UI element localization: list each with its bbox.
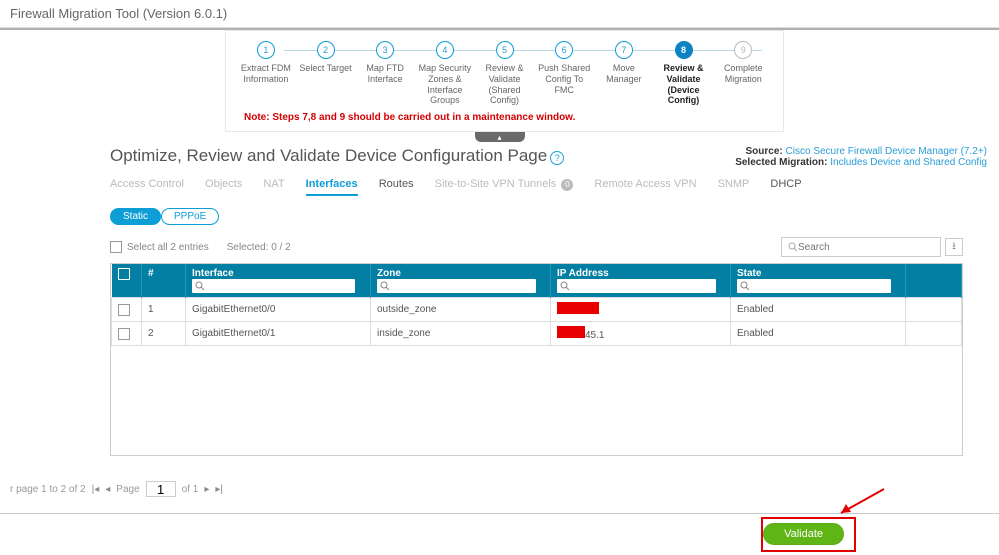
- step-8[interactable]: 8Review & Validate (Device Config): [654, 41, 714, 106]
- redacted-ip: [557, 302, 599, 314]
- col-interface[interactable]: Interface: [186, 264, 371, 298]
- app-title: Firewall Migration Tool (Version 6.0.1): [0, 0, 999, 28]
- search-icon: [788, 242, 798, 252]
- search-input[interactable]: [781, 237, 941, 257]
- selected-count: Selected: 0 / 2: [227, 242, 291, 253]
- table-row[interactable]: 2 GigabitEthernet0/1 inside_zone 45.1 En…: [112, 322, 962, 346]
- select-all-checkbox[interactable]: [110, 241, 122, 253]
- annotation-box: [761, 517, 856, 552]
- context-meta: Source: Cisco Secure Firewall Device Man…: [735, 146, 987, 168]
- download-icon[interactable]: ⭳: [945, 238, 963, 256]
- pager-last-icon[interactable]: ▸|: [215, 484, 223, 495]
- step-3[interactable]: 3Map FTD Interface: [355, 41, 415, 106]
- select-all-label: Select all 2 entries: [127, 242, 209, 253]
- pill-pppoe[interactable]: PPPoE: [161, 208, 219, 225]
- stepper: 1Extract FDM Information 2Select Target …: [225, 30, 784, 132]
- pager-prev-icon[interactable]: ◂: [105, 484, 110, 495]
- row-checkbox[interactable]: [118, 328, 130, 340]
- tab-routes[interactable]: Routes: [379, 178, 414, 194]
- col-zone[interactable]: Zone: [371, 264, 551, 298]
- annotation-arrow: [829, 487, 889, 517]
- step-5[interactable]: 5Review & Validate (Shared Config): [475, 41, 535, 106]
- tab-objects[interactable]: Objects: [205, 178, 242, 194]
- pill-static[interactable]: Static: [110, 208, 161, 225]
- step-6[interactable]: 6Push Shared Config To FMC: [534, 41, 594, 106]
- row-checkbox[interactable]: [118, 304, 130, 316]
- step-4[interactable]: 4Map Security Zones & Interface Groups: [415, 41, 475, 106]
- pager-first-icon[interactable]: |◂: [92, 484, 100, 495]
- collapse-stepper-icon[interactable]: ▴: [475, 132, 525, 142]
- source-link[interactable]: Cisco Secure Firewall Device Manager (7.…: [786, 146, 987, 157]
- tab-access-control[interactable]: Access Control: [110, 178, 184, 194]
- tab-ra-vpn[interactable]: Remote Access VPN: [594, 178, 696, 194]
- col-ip[interactable]: IP Address: [551, 264, 731, 298]
- step-2[interactable]: 2Select Target: [296, 41, 356, 106]
- table-row[interactable]: 1 GigabitEthernet0/0 outside_zone Enable…: [112, 298, 962, 322]
- step-7[interactable]: 7Move Manager: [594, 41, 654, 106]
- tab-dhcp[interactable]: DHCP: [770, 178, 801, 194]
- tab-bar: Access Control Objects NAT Interfaces Ro…: [0, 168, 999, 196]
- tab-nat[interactable]: NAT: [263, 178, 284, 194]
- col-state[interactable]: State: [731, 264, 906, 298]
- footer: Validate: [0, 513, 999, 555]
- pager-page-input[interactable]: [146, 481, 176, 497]
- maintenance-note: Note: Steps 7,8 and 9 should be carried …: [236, 112, 773, 123]
- step-1[interactable]: 1Extract FDM Information: [236, 41, 296, 106]
- help-icon[interactable]: ?: [550, 151, 564, 165]
- step-9: 9Complete Migration: [713, 41, 773, 106]
- pager: r page 1 to 2 of 2 |◂ ◂ Page of 1 ▸ ▸|: [0, 477, 233, 501]
- pager-next-icon[interactable]: ▸: [204, 484, 209, 495]
- col-num[interactable]: #: [142, 264, 186, 298]
- header-checkbox[interactable]: [118, 268, 130, 280]
- migration-link[interactable]: Includes Device and Shared Config: [830, 157, 987, 168]
- interfaces-table: # Interface Zone IP Address State 1 Giga…: [110, 263, 963, 456]
- page-title: Optimize, Review and Validate Device Con…: [110, 146, 547, 165]
- tab-s2s-vpn[interactable]: Site-to-Site VPN Tunnels 0: [435, 178, 574, 195]
- tab-interfaces[interactable]: Interfaces: [306, 178, 358, 196]
- tab-snmp[interactable]: SNMP: [718, 178, 750, 194]
- redacted-ip: [557, 326, 585, 338]
